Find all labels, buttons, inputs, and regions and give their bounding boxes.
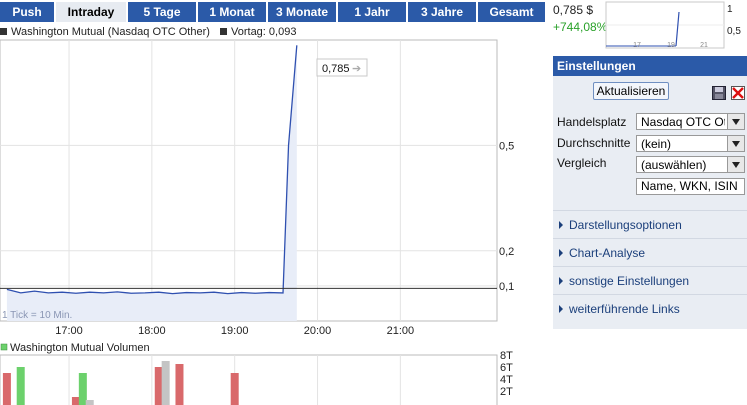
compare-search-input[interactable]: Name, WKN, ISIN — [636, 178, 745, 195]
volume-y-tick-label: 2T — [500, 386, 513, 398]
expand-icon — [559, 249, 563, 257]
volume-bar — [154, 367, 163, 405]
y-tick-label: 0,1 — [499, 281, 514, 293]
volume-bar — [16, 367, 25, 405]
save-icon[interactable] — [712, 86, 726, 100]
volume-bar — [2, 373, 11, 405]
volume-bar — [85, 400, 94, 405]
expand-icon — [559, 305, 563, 313]
settings-title: Einstellungen — [553, 56, 747, 76]
compare-select-value: (auswählen) — [641, 158, 707, 172]
chevron-down-icon[interactable] — [727, 136, 744, 151]
mini-y-tick-label: 1 — [727, 4, 733, 15]
averages-select-value: (kein) — [641, 137, 672, 151]
market-select-value: Nasdaq OTC Other — [641, 115, 725, 129]
volume-y-tick-label: 6T — [500, 362, 513, 374]
x-tick-label: 18:00 — [138, 325, 166, 337]
x-tick-label: 17:00 — [55, 325, 83, 337]
last-price-callout-text: 0,785 — [322, 63, 350, 75]
x-tick-label: 19:00 — [221, 325, 249, 337]
chart-grid — [0, 39, 498, 322]
option-other-settings-label: sonstige Einstellungen — [569, 274, 690, 288]
option-chart-analysis-label: Chart-Analyse — [569, 246, 646, 260]
x-tick-label: 20:00 — [304, 325, 332, 337]
compare-select[interactable]: (auswählen) — [636, 156, 745, 173]
volume-bar — [161, 361, 170, 405]
callout-arrow-icon: ➔ — [352, 63, 361, 75]
x-axis-labels: 17:00 18:00 19:00 20:00 21:00 — [55, 325, 414, 337]
x-tick-label: 21:00 — [387, 325, 415, 337]
market-select[interactable]: Nasdaq OTC Other — [636, 113, 745, 130]
delete-icon[interactable] — [731, 86, 745, 100]
main-chart: 0,785 ➔ 1 Tick = 10 Min. 0,5 0,2 0,1 17:00… — [0, 39, 514, 405]
chevron-down-icon[interactable] — [727, 114, 744, 129]
mini-y-tick-label: 0,5 — [727, 26, 741, 37]
volume-bar — [230, 373, 239, 405]
chevron-down-icon[interactable] — [727, 157, 744, 172]
option-display[interactable]: Darstellungsoptionen — [553, 210, 747, 239]
volume-y-tick-label: 4T — [500, 374, 513, 386]
mini-chart[interactable]: 1 0,5 17 19 21 — [553, 0, 747, 52]
volume-y-tick-label: 8T — [500, 350, 513, 362]
tick-note: 1 Tick = 10 Min. — [2, 310, 72, 321]
averages-label: Durchschnitte — [557, 136, 631, 150]
expand-icon — [559, 221, 563, 229]
volume-title: Washington Mutual Volumen — [10, 342, 150, 354]
plot-frame — [0, 39, 498, 322]
option-chart-analysis[interactable]: Chart-Analyse — [553, 238, 747, 267]
compare-label: Vergleich — [557, 156, 607, 170]
y-tick-label: 0,5 — [499, 140, 514, 152]
y-axis-labels: 0,5 0,2 0,1 — [499, 140, 514, 293]
expand-icon — [559, 277, 563, 285]
mini-x-tick-label: 17 — [633, 42, 641, 49]
option-display-label: Darstellungsoptionen — [569, 218, 682, 232]
update-button[interactable]: Aktualisieren — [593, 82, 669, 100]
sidebar: 0,785 $ +744,08% 1 0,5 17 19 21 Einstellunge… — [553, 0, 747, 405]
volume-bar — [71, 397, 80, 405]
volume-legend-swatch — [0, 343, 8, 351]
mini-x-tick-label: 19 — [667, 42, 675, 49]
mini-x-tick-label: 21 — [700, 42, 708, 49]
volume-bar — [78, 373, 87, 405]
market-label: Handelsplatz — [557, 115, 627, 129]
option-links[interactable]: weiterführende Links — [553, 294, 747, 323]
volume-y-axis-labels: 8T6T4T2T — [500, 350, 513, 398]
y-tick-label: 0,2 — [499, 246, 514, 258]
option-links-label: weiterführende Links — [569, 302, 680, 316]
settings-panel: Aktualisieren Handelsplatz Nasdaq OTC Ot… — [553, 76, 747, 329]
averages-select[interactable]: (kein) — [636, 135, 745, 152]
option-other-settings[interactable]: sonstige Einstellungen — [553, 266, 747, 295]
volume-bar — [175, 364, 184, 405]
